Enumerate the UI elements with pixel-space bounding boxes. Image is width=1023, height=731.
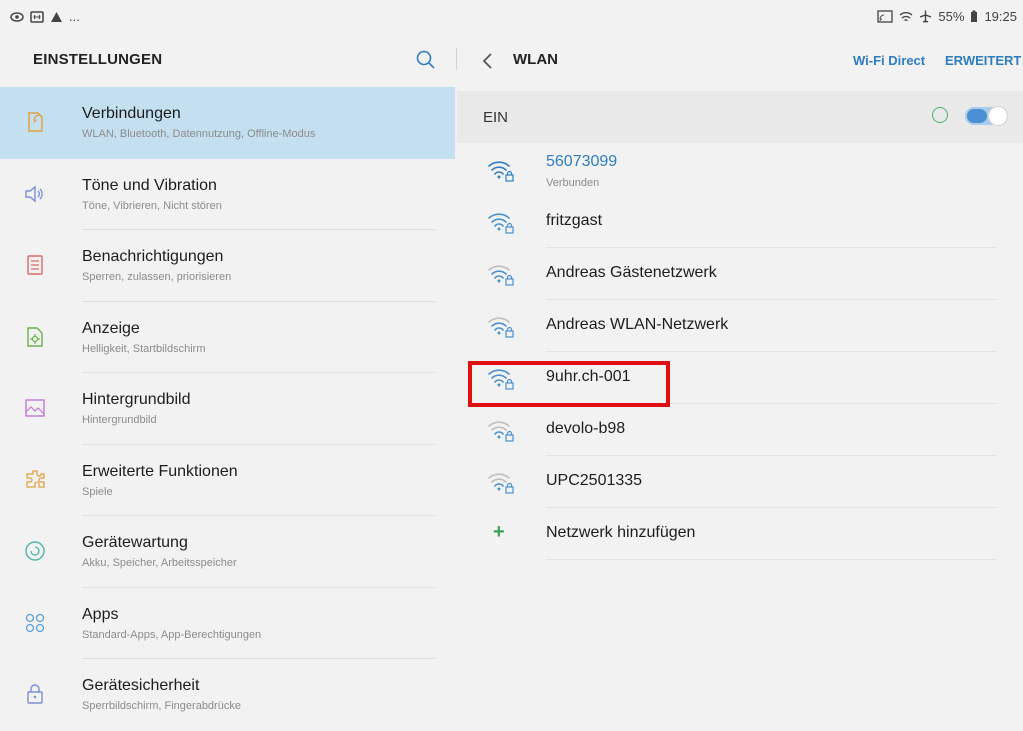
settings-menu: Verbindungen WLAN, Bluetooth, Datennutzu… bbox=[0, 87, 455, 731]
wallpaper-icon bbox=[25, 399, 45, 417]
warning-icon bbox=[51, 11, 62, 22]
toggle-fill bbox=[967, 109, 987, 123]
search-icon[interactable] bbox=[415, 49, 437, 71]
more-dots: ... bbox=[69, 9, 80, 24]
wifi-lock-icon bbox=[488, 161, 514, 182]
network-name: Andreas Gästenetzwerk bbox=[546, 264, 717, 281]
eye-icon bbox=[10, 11, 24, 22]
network-item[interactable]: fritzgast bbox=[457, 196, 1023, 248]
maintenance-icon bbox=[25, 541, 45, 561]
menu-item-geraetewartung[interactable]: Gerätewartung Akku, Speicher, Arbeitsspe… bbox=[0, 516, 455, 588]
wlan-toggle[interactable] bbox=[965, 106, 1008, 126]
wifi-lock-icon bbox=[488, 265, 514, 286]
wlan-title: WLAN bbox=[513, 51, 558, 68]
add-network-label: Netzwerk hinzufügen bbox=[546, 524, 696, 541]
menu-item-title: Hintergrundbild bbox=[82, 391, 191, 408]
notification-icon bbox=[27, 255, 43, 275]
wlan-switch-row[interactable]: EIN bbox=[457, 91, 1023, 143]
menu-item-benachrichtigungen[interactable]: Benachrichtigungen Sperren, zulassen, pr… bbox=[0, 230, 455, 302]
menu-item-subtitle: Spiele bbox=[82, 485, 113, 498]
airplane-icon bbox=[920, 10, 932, 23]
settings-pane: EINSTELLUNGEN Verbindungen WLAN, Bluetoo… bbox=[0, 34, 455, 720]
menu-item-anzeige[interactable]: Anzeige Helligkeit, Startbildschirm bbox=[0, 302, 455, 373]
menu-item-title: Benachrichtigungen bbox=[82, 248, 224, 265]
wifi-icon bbox=[899, 12, 913, 22]
connections-icon bbox=[28, 112, 43, 132]
puzzle-icon bbox=[26, 469, 45, 488]
menu-item-subtitle: Helligkeit, Startbildschirm bbox=[82, 342, 206, 355]
menu-item-toene[interactable]: Töne und Vibration Töne, Vibrieren, Nich… bbox=[0, 159, 455, 230]
network-name: UPC2501335 bbox=[546, 472, 643, 489]
back-icon[interactable] bbox=[479, 50, 497, 72]
menu-item-hintergrundbild[interactable]: Hintergrundbild Hintergrundbild bbox=[0, 373, 455, 445]
battery-icon bbox=[971, 10, 978, 22]
display-icon bbox=[27, 326, 43, 347]
network-list: 56073099 Verbunden fritzgast Andreas Gäs… bbox=[457, 144, 1023, 560]
switch-label: EIN bbox=[483, 109, 509, 126]
wifi-direct-link[interactable]: Wi-Fi Direct bbox=[853, 53, 925, 68]
menu-item-erweiterte-funktionen[interactable]: Erweiterte Funktionen Spiele bbox=[0, 445, 455, 516]
menu-item-subtitle: Hintergrundbild bbox=[82, 414, 157, 426]
menu-item-subtitle: Sperren, zulassen, priorisieren bbox=[82, 271, 232, 283]
status-right: 55% 19:25 bbox=[877, 9, 1017, 24]
menu-item-apps[interactable]: Apps Standard-Apps, App-Berechtigungen bbox=[0, 588, 455, 659]
plus-icon: + bbox=[493, 521, 505, 543]
network-item[interactable]: devolo-b98 bbox=[457, 404, 1023, 456]
clock: 19:25 bbox=[984, 9, 1017, 24]
status-left: ... bbox=[10, 9, 80, 24]
network-name: fritzgast bbox=[546, 212, 603, 229]
status-bar: ... 55% 19:25 bbox=[0, 0, 1023, 34]
menu-item-title: Anzeige bbox=[82, 319, 140, 337]
network-item[interactable]: Andreas Gästenetzwerk bbox=[457, 248, 1023, 300]
wifi-lock-icon bbox=[488, 213, 514, 234]
menu-item-title: Gerätesicherheit bbox=[82, 677, 200, 694]
advanced-link[interactable]: ERWEITERT bbox=[945, 53, 1021, 68]
settings-header: EINSTELLUNGEN bbox=[0, 34, 455, 86]
wifi-lock-icon bbox=[488, 473, 514, 494]
cast-icon bbox=[877, 10, 894, 23]
menu-item-verbindungen[interactable]: Verbindungen WLAN, Bluetooth, Datennutzu… bbox=[0, 87, 455, 159]
speaker-icon bbox=[25, 185, 43, 202]
add-network-button[interactable]: + Netzwerk hinzufügen bbox=[457, 508, 1023, 560]
lock-icon bbox=[27, 684, 43, 704]
menu-item-title: Gerätewartung bbox=[82, 534, 188, 551]
menu-item-subtitle: Töne, Vibrieren, Nicht stören bbox=[82, 199, 222, 212]
menu-item-title: Töne und Vibration bbox=[82, 176, 217, 194]
menu-item-subtitle: Standard-Apps, App-Berechtigungen bbox=[82, 628, 262, 641]
battery-percent: 55% bbox=[938, 9, 965, 24]
menu-item-title: Verbindungen bbox=[82, 105, 181, 122]
network-name: Andreas WLAN-Netzwerk bbox=[546, 316, 729, 333]
screen-icon bbox=[30, 10, 44, 23]
status-circle-icon bbox=[932, 107, 948, 123]
network-item[interactable]: UPC2501335 bbox=[457, 456, 1023, 508]
menu-item-subtitle: WLAN, Bluetooth, Datennutzung, Offline-M… bbox=[82, 128, 316, 140]
wifi-lock-icon bbox=[488, 421, 514, 442]
apps-icon bbox=[25, 613, 45, 632]
highlight-box bbox=[468, 361, 670, 407]
menu-item-title: Erweiterte Funktionen bbox=[82, 462, 238, 480]
menu-item-title: Apps bbox=[82, 605, 119, 623]
network-name: devolo-b98 bbox=[546, 420, 626, 437]
wifi-lock-icon bbox=[488, 317, 514, 338]
network-name: 56073099 bbox=[546, 153, 618, 170]
divider bbox=[546, 559, 997, 560]
toggle-knob bbox=[988, 106, 1008, 126]
network-item[interactable]: 56073099 Verbunden bbox=[457, 144, 1023, 196]
menu-item-subtitle: Akku, Speicher, Arbeitsspeicher bbox=[82, 557, 237, 569]
network-status: Verbunden bbox=[546, 177, 600, 189]
page-title: EINSTELLUNGEN bbox=[33, 51, 163, 68]
network-item[interactable]: Andreas WLAN-Netzwerk bbox=[457, 300, 1023, 352]
menu-item-subtitle: Sperrbildschirm, Fingerabdrücke bbox=[82, 700, 241, 712]
